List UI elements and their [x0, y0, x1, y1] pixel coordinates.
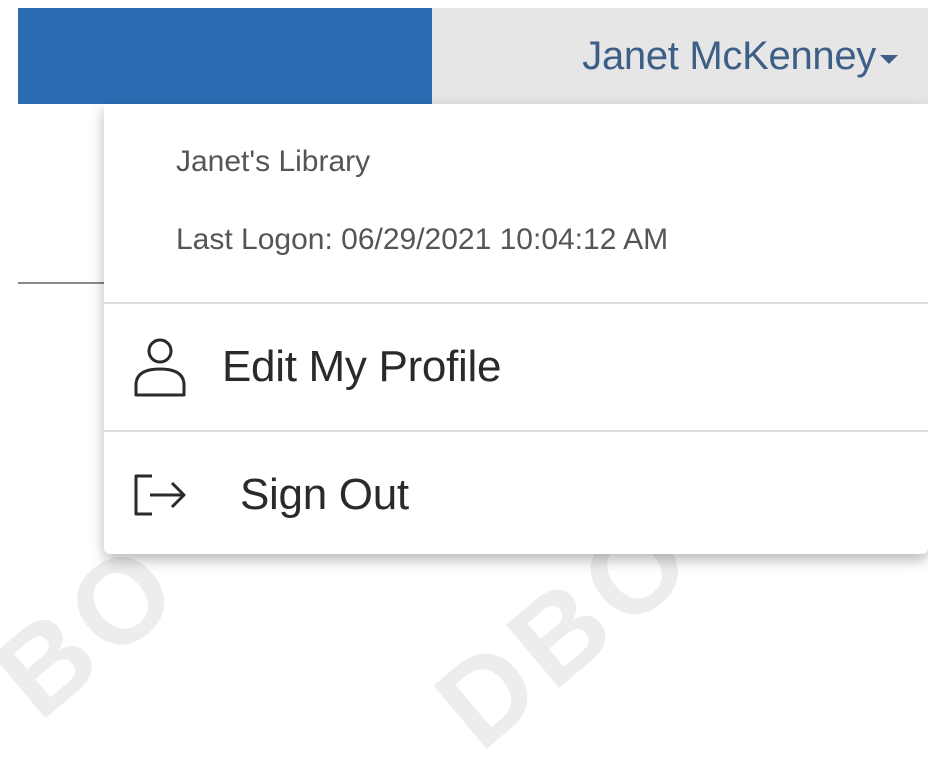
user-menu-toggle[interactable]: Janet McKenney — [432, 8, 928, 104]
menu-divider — [104, 302, 928, 304]
user-profile-icon — [130, 335, 190, 399]
account-info: Janet's Library Last Logon: 06/29/2021 1… — [176, 144, 668, 258]
last-logon-text: Last Logon: 06/29/2021 10:04:12 AM — [176, 223, 669, 256]
sign-out-icon — [130, 463, 190, 527]
user-name: Janet McKenney — [582, 33, 876, 78]
sign-out-menu-item[interactable]: Sign Out — [104, 440, 928, 550]
edit-profile-menu-item[interactable]: Edit My Profile — [104, 312, 928, 422]
top-navigation-bar — [18, 8, 432, 104]
sign-out-label: Sign Out — [240, 470, 409, 519]
menu-divider — [104, 430, 928, 432]
user-dropdown-menu: Janet's Library Last Logon: 06/29/2021 1… — [104, 104, 928, 554]
library-name: Janet's Library — [176, 145, 371, 178]
edit-profile-label: Edit My Profile — [222, 342, 502, 391]
caret-down-icon — [880, 54, 898, 64]
page-divider — [18, 282, 108, 284]
